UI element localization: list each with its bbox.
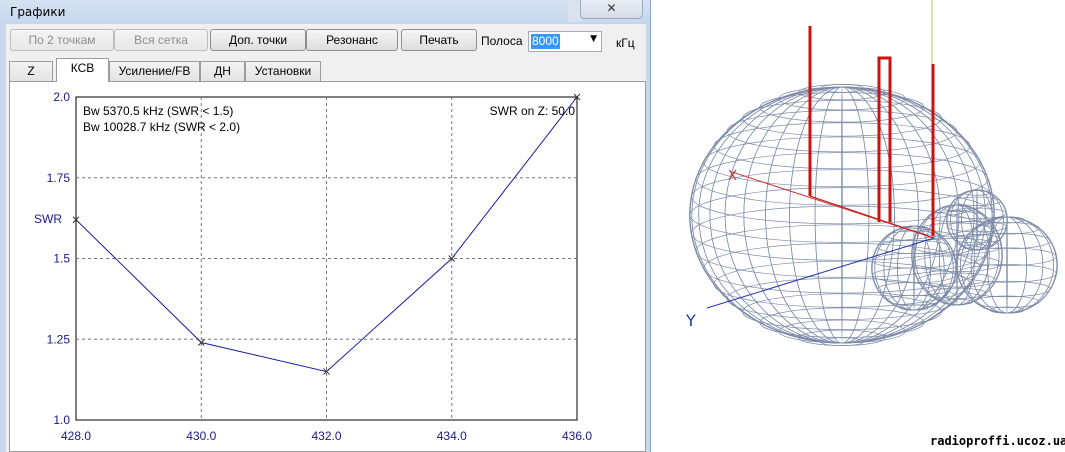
title-bar: Графики ✕	[0, 0, 650, 24]
resonance-button[interactable]: Резонанс	[306, 29, 398, 51]
bandwidth-annotation: Bw 5370.5 kHz (SWR < 1.5)	[83, 104, 233, 118]
swr-tab-panel: 428.0 430.0 432.0 434.0 436.0 1.0 1.25 1.5 1.75 2…	[9, 81, 646, 452]
mesh-meridian	[814, 86, 870, 344]
tab-pattern[interactable]: ДН	[200, 61, 245, 81]
bandwidth-annotation: Bw 10028.7 kHz (SWR < 2.0)	[83, 120, 240, 134]
mesh-ring	[703, 242, 981, 294]
mesh-meridian	[698, 86, 986, 344]
mesh-meridian	[814, 86, 870, 344]
mesh-ring	[974, 295, 1040, 308]
two-points-button[interactable]: По 2 точкам	[10, 29, 114, 51]
y-axis-label: Y	[685, 311, 696, 330]
mesh-ring	[726, 277, 958, 320]
x-tick-label: 434.0	[437, 429, 467, 443]
full-grid-button[interactable]: Вся сетка	[114, 29, 208, 51]
mesh-meridian	[1006, 216, 1008, 314]
reference-impedance-annotation: SWR on Z: 50.0	[490, 104, 576, 118]
x-tick-label: 428.0	[61, 429, 91, 443]
dropdown-arrow-icon[interactable]: ▼	[590, 34, 597, 44]
y-tick-label: 1.5	[53, 252, 70, 266]
pattern-mesh	[689, 84, 1058, 346]
tab-settings[interactable]: Установки	[245, 61, 321, 81]
mesh-outline	[956, 216, 1058, 314]
close-icon: ✕	[606, 1, 617, 15]
y-axis-label: SWR	[34, 212, 62, 226]
band-label: Полоса	[481, 34, 523, 48]
y-axis-line	[706, 237, 935, 309]
x-tick-label: 436.0	[562, 429, 592, 443]
mesh-meridian	[938, 204, 976, 306]
y-tick-label: 1.75	[47, 171, 71, 185]
radiation-pattern-3d: XY	[685, 0, 1058, 346]
x-tick-label: 430.0	[186, 429, 216, 443]
y-tick-label: 1.0	[53, 413, 70, 427]
watermark: radioproffi.ucoz.ua	[930, 434, 1065, 448]
tab-gain-fb[interactable]: Усиление/FB	[109, 61, 200, 81]
mesh-meridian	[765, 86, 919, 344]
graphs-window: Графики ✕ По 2 точкам Вся сетка Доп. точ…	[0, 0, 651, 452]
tab-swr[interactable]: КСВ	[56, 58, 109, 82]
window-title: Графики	[10, 5, 66, 19]
mesh-meridian	[698, 86, 986, 344]
y-tick-label: 1.25	[47, 332, 71, 346]
mesh-meridian	[841, 86, 843, 344]
print-button[interactable]: Печать	[401, 29, 477, 51]
x-tick-label: 432.0	[311, 429, 341, 443]
boom-line	[809, 195, 935, 239]
band-unit: кГц	[616, 36, 635, 50]
mesh-ring	[703, 136, 981, 188]
extra-points-button[interactable]: Доп. точки	[210, 29, 306, 51]
mesh-ring	[963, 280, 1051, 298]
mesh-ring	[689, 187, 995, 243]
mesh-ring	[742, 293, 942, 331]
band-select[interactable]: 8000 ▼	[528, 31, 602, 52]
tab-z[interactable]: Z	[9, 61, 53, 81]
y-tick-label: 2.0	[53, 90, 70, 104]
mesh-ring	[778, 319, 906, 344]
close-button[interactable]: ✕	[580, 0, 643, 19]
band-value[interactable]: 8000	[531, 34, 560, 49]
swr-chart: 428.0 430.0 432.0 434.0 436.0 1.0 1.25 1.5 1.75 2…	[34, 90, 592, 443]
x-axis-label: X	[728, 169, 737, 184]
rear-lobe	[956, 216, 1058, 314]
mesh-meridian	[765, 86, 919, 344]
window-client: По 2 точкам Вся сетка Доп. точки Резонан…	[6, 24, 646, 452]
